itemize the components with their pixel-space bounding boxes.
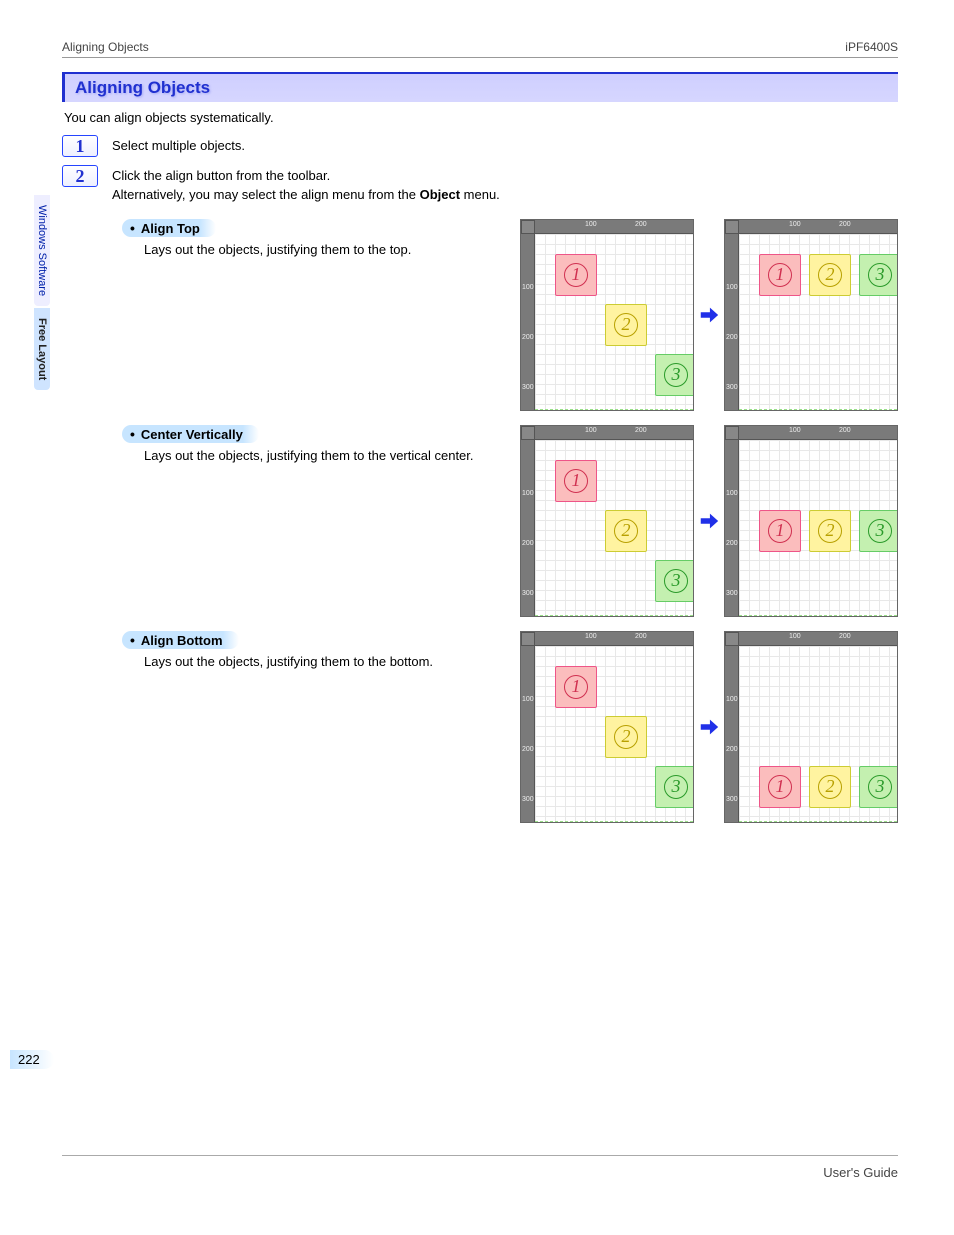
option-title: •Align Top	[122, 219, 214, 237]
footer-text: User's Guide	[823, 1165, 898, 1180]
side-nav: Windows Software Free Layout	[34, 195, 54, 392]
step-1: 1 Select multiple objects.	[62, 135, 898, 157]
option-desc: Lays out the objects, justifying them to…	[144, 447, 512, 465]
step-2-text: Click the align button from the toolbar.…	[112, 165, 500, 205]
arrow-right-icon	[698, 304, 720, 326]
figure-pair: 100 200 100 200 300 1 2 3 100 200 100 20…	[520, 631, 898, 823]
side-tab-current[interactable]: Free Layout	[34, 308, 50, 390]
figure-pair: 100 200 100 200 300 1 2 3 100 200 100 20…	[520, 425, 898, 617]
option-title: •Align Bottom	[122, 631, 237, 649]
layout-figure: 100 200 100 200 300 1 2 3	[724, 425, 898, 617]
layout-figure: 100 200 100 200 300 1 2 3	[520, 219, 694, 411]
step-1-text: Select multiple objects.	[112, 135, 245, 156]
breadcrumb: Aligning Objects	[62, 40, 149, 54]
option-desc: Lays out the objects, justifying them to…	[144, 653, 512, 671]
option-title: •Center Vertically	[122, 425, 257, 443]
arrow-right-icon	[698, 510, 720, 532]
page-header: Aligning Objects iPF6400S	[62, 40, 898, 58]
layout-figure: 100 200 100 200 300 1 2 3	[520, 425, 694, 617]
side-tab-parent[interactable]: Windows Software	[34, 195, 50, 306]
layout-figure: 100 200 100 200 300 1 2 3	[724, 219, 898, 411]
step-2: 2 Click the align button from the toolba…	[62, 165, 898, 205]
arrow-right-icon	[698, 716, 720, 738]
option-desc: Lays out the objects, justifying them to…	[144, 241, 512, 259]
align-option-block: •Center Vertically Lays out the objects,…	[122, 425, 898, 617]
page-number: 222	[10, 1050, 54, 1069]
figure-pair: 100 200 100 200 300 1 2 3 100 200 100 20…	[520, 219, 898, 411]
align-option-block: •Align Top Lays out the objects, justify…	[122, 219, 898, 411]
align-option-block: •Align Bottom Lays out the objects, just…	[122, 631, 898, 823]
step-number-icon: 1	[62, 135, 98, 157]
section-title: Aligning Objects Aligning Objects	[62, 72, 898, 102]
footer-divider	[62, 1155, 898, 1156]
layout-figure: 100 200 100 200 300 1 2 3	[724, 631, 898, 823]
step-number-icon: 2	[62, 165, 98, 187]
model-label: iPF6400S	[845, 40, 898, 54]
layout-figure: 100 200 100 200 300 1 2 3	[520, 631, 694, 823]
intro-text: You can align objects systematically.	[64, 110, 898, 125]
